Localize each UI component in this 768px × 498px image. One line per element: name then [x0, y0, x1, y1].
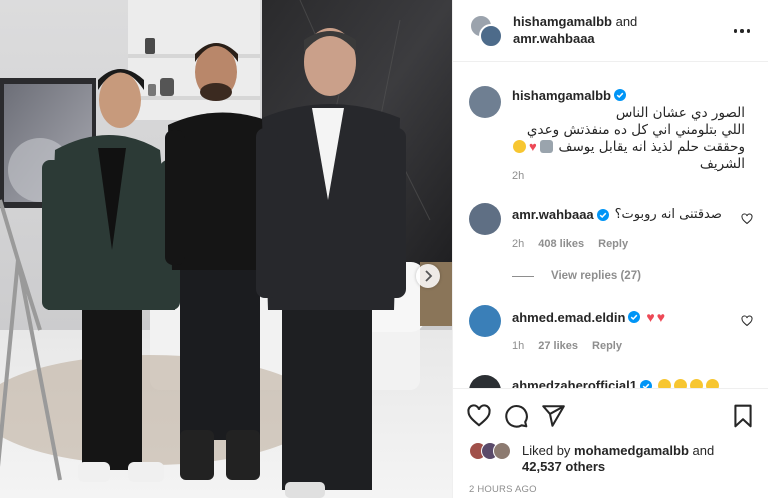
- emoji-icon: [674, 379, 687, 388]
- collab-avatars[interactable]: [469, 14, 503, 48]
- liked-by-others[interactable]: 42,537 others: [522, 459, 605, 474]
- divider: [512, 275, 534, 277]
- verified-icon: [613, 89, 626, 101]
- caption-time: 2h: [512, 170, 525, 182]
- view-replies-button[interactable]: View replies (27): [512, 270, 641, 282]
- caption-line: الصور دي عشان الناس: [615, 105, 745, 121]
- like-comment-heart-icon[interactable]: [741, 213, 753, 225]
- comment-likes[interactable]: 27 likes: [538, 340, 578, 352]
- header-username-2[interactable]: amr.wahbaaa: [513, 31, 595, 46]
- comment-meta: 2h 408 likes Reply: [512, 238, 628, 250]
- view-replies-label: View replies (27): [551, 270, 641, 282]
- comments-list[interactable]: hishamgamalbb الصور دي عشان الناس اللي ب…: [453, 62, 768, 388]
- verified-icon: [628, 311, 641, 323]
- verified-icon: [596, 208, 609, 221]
- post-photo: [0, 0, 452, 498]
- comment-meta: 1h 27 likes Reply: [512, 340, 622, 352]
- avatar[interactable]: [469, 375, 501, 388]
- red-heart-icon: ♥: [529, 139, 537, 154]
- post-header: hishamgamalbb and amr.wahbaaa: [453, 0, 768, 62]
- comment-username[interactable]: ahmedzaherofficial1: [512, 378, 637, 388]
- post-timestamp[interactable]: 2 HOURS AGO: [469, 484, 537, 495]
- next-photo-button[interactable]: [416, 264, 440, 288]
- comment-likes[interactable]: 408 likes: [538, 238, 584, 250]
- reply-button[interactable]: Reply: [592, 340, 622, 352]
- comment-time: 2h: [512, 238, 525, 250]
- chevron-right-icon: [425, 270, 433, 282]
- liked-by-avatars[interactable]: [469, 442, 517, 462]
- reply-button[interactable]: Reply: [598, 238, 628, 250]
- ellipsis-icon: [746, 29, 751, 33]
- share-send-icon[interactable]: [540, 403, 566, 429]
- comment: ahmedzaherofficial1: [512, 378, 719, 388]
- comment-text: صدقتنى انه روبوت؟: [614, 207, 722, 222]
- liked-by-text: Liked by mohamedgamalbb and 42,537 other…: [522, 443, 714, 475]
- avatar[interactable]: [469, 305, 501, 337]
- robot-emoji-icon: [539, 140, 553, 153]
- caption-line: اللي بتلومني اني كل ده منفذتش وعدي: [526, 122, 745, 138]
- caption-emojis: ♥: [513, 140, 553, 153]
- collab-names: hishamgamalbb and amr.wahbaaa: [513, 13, 637, 47]
- header-and: and: [615, 14, 638, 29]
- photo-scene: [0, 0, 452, 498]
- avatar[interactable]: [493, 442, 511, 460]
- avatar[interactable]: [469, 203, 501, 235]
- comment: ahmed.emad.eldin ♥ ♥: [512, 309, 665, 325]
- comment: amr.wahbaaa صدقتنى انه روبوت؟: [512, 207, 722, 222]
- comment-time: 1h: [512, 340, 525, 352]
- like-heart-icon[interactable]: [466, 403, 492, 429]
- comment-username[interactable]: ahmed.emad.eldin: [512, 310, 625, 325]
- caption-username[interactable]: hishamgamalbb: [512, 88, 611, 103]
- avatar[interactable]: [479, 24, 503, 48]
- comment-bubble-icon[interactable]: [503, 403, 529, 429]
- like-comment-heart-icon[interactable]: [741, 315, 753, 327]
- caption-text: الصور دي عشان الناس اللي بتلومني اني كل …: [512, 105, 745, 173]
- red-heart-icon: ♥: [656, 309, 666, 325]
- emoji-icon: [706, 379, 719, 388]
- comment-username[interactable]: amr.wahbaaa: [512, 207, 594, 222]
- header-username-1[interactable]: hishamgamalbb: [513, 14, 612, 29]
- more-options-button[interactable]: [731, 22, 753, 40]
- post-side-panel: hishamgamalbb and amr.wahbaaa hishamgama…: [452, 0, 768, 498]
- grinning-emoji-icon: [513, 140, 526, 153]
- verified-icon: [640, 379, 652, 388]
- ellipsis-icon: [733, 29, 738, 33]
- liked-by-username[interactable]: mohamedgamalbb: [574, 443, 689, 458]
- avatar[interactable]: [469, 86, 501, 118]
- ellipsis-icon: [740, 29, 744, 33]
- bookmark-icon[interactable]: [730, 403, 756, 429]
- red-heart-icon: ♥: [646, 309, 655, 325]
- emoji-icon: [658, 379, 671, 388]
- liked-by-and: and: [692, 443, 715, 458]
- caption-username-line: hishamgamalbb: [512, 88, 626, 103]
- emoji-icon: [690, 379, 703, 388]
- liked-by-label: Liked by: [522, 443, 571, 458]
